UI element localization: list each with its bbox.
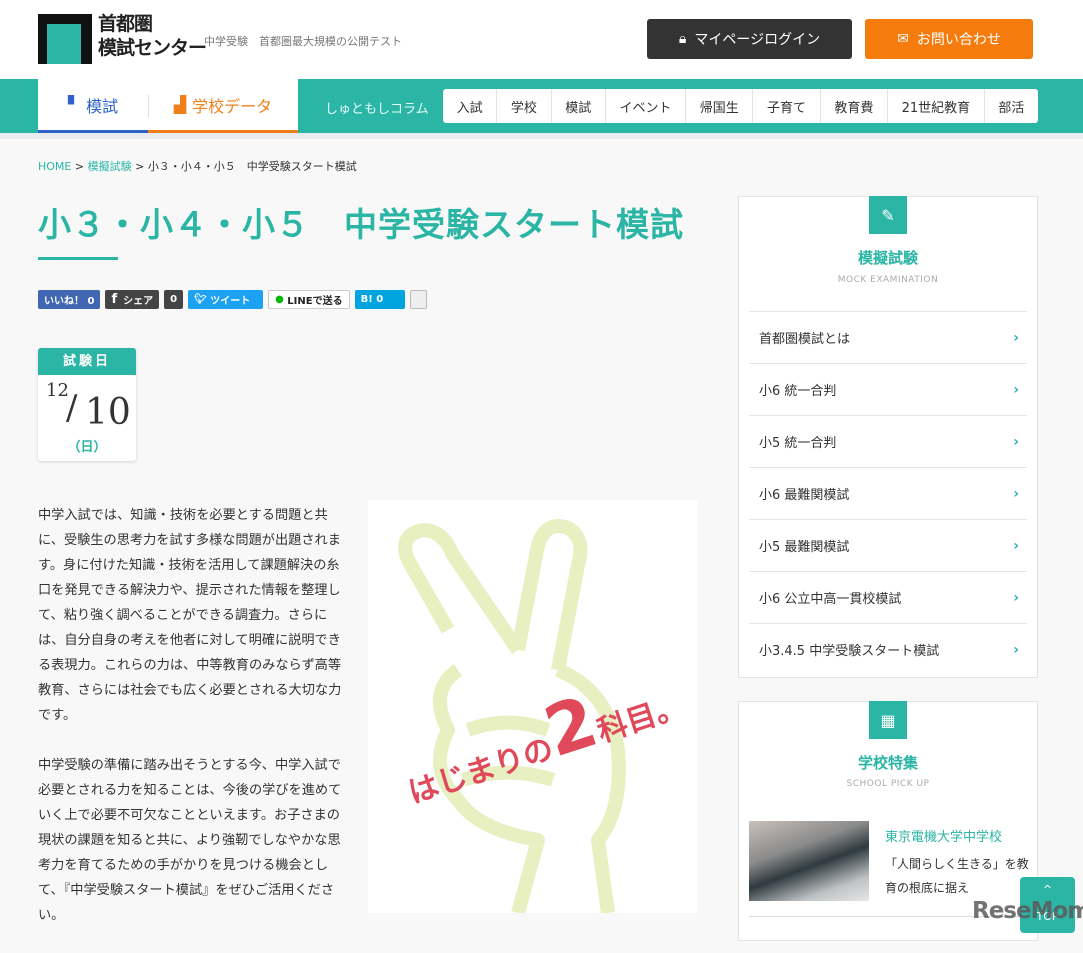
sidebar-mock-exam: ✎ 模擬試験 MOCK EXAMINATION 首都圏模試とは › 小6 統一合判… xyxy=(738,196,1038,678)
tagline: 中学受験 首都圏最大規模の公開テスト xyxy=(204,35,402,48)
category-item[interactable]: 帰国生 xyxy=(686,89,754,123)
breadcrumb-current: 小３・小４・小５ 中学受験スタート模試 xyxy=(147,160,357,173)
paragraph: 中学受験の準備に踏み出そうとする今、中学入試で必要とされる力を知ることは、今後の… xyxy=(38,758,342,923)
tab-school-label: 学校データ xyxy=(192,96,273,116)
nav-shadow xyxy=(0,133,1083,139)
facebook-icon: f xyxy=(111,292,118,307)
page-title: 小３・小４・小５ 中学受験スタート模試 xyxy=(38,205,684,244)
mypage-login-button[interactable]: 🔒︎ マイページログイン xyxy=(647,19,852,59)
sidebar-item-label: 小6 最難関模試 xyxy=(759,488,850,503)
sidebar-title: 模擬試験 xyxy=(857,249,918,267)
document-icon: ▘ xyxy=(67,95,81,114)
logo-text[interactable]: 首都圏 模試センター xyxy=(98,12,207,60)
category-menu: 入試 学校 模試 イベント 帰国生 子育て 教育費 21世紀教育 部活 xyxy=(443,89,1038,123)
school-name-link[interactable]: 東京電機大学中学校 xyxy=(885,826,1002,845)
line-label: LINEで送る xyxy=(287,296,343,307)
category-item[interactable]: 入試 xyxy=(443,89,498,123)
main-nav: ▘ 模試 ▟ 学校データ しゅともしコラム 入試 学校 模試 イベント 帰国生 子育… xyxy=(0,79,1083,133)
hatena-bookmark-button[interactable]: B! 0 xyxy=(354,290,405,309)
title-underline xyxy=(38,257,118,260)
sidebar-item-label: 首都圏模試とは xyxy=(759,332,851,347)
category-item[interactable]: イベント xyxy=(606,89,687,123)
logo-icon[interactable] xyxy=(38,14,92,64)
chevron-right-icon: › xyxy=(1013,537,1019,554)
sidebar-item[interactable]: 小5 統一合判 › xyxy=(749,415,1027,467)
sidebar-item-label: 小6 公立中高一貫校模試 xyxy=(759,592,902,607)
sidebar-item[interactable]: 首都圏模試とは › xyxy=(749,311,1027,363)
category-item[interactable]: 模試 xyxy=(552,89,606,123)
sidebar-item[interactable]: 小3.4.5 中学受験スタート模試 › xyxy=(749,623,1027,675)
tab-divider xyxy=(148,95,149,117)
tweet-button[interactable]: 🐦︎ ツイート xyxy=(188,290,264,309)
tab-exam[interactable]: ▘ 模試 xyxy=(38,79,148,133)
breadcrumb-parent[interactable]: 模擬試験 xyxy=(88,160,132,173)
sidebar-subtitle: MOCK EXAMINATION xyxy=(837,275,939,285)
building-icon: ▦ xyxy=(869,701,907,739)
chevron-right-icon: › xyxy=(1013,329,1019,346)
exam-date-card: 試験日 12 / 10 （日） xyxy=(38,348,136,461)
mail-share-icon[interactable] xyxy=(409,290,427,309)
category-item[interactable]: 教育費 xyxy=(821,89,888,123)
chevron-right-icon: › xyxy=(1013,381,1019,398)
exam-list: 首都圏模試とは › 小6 統一合判 › 小5 統一合判 › 小6 最難関模試 › 小5 … xyxy=(749,311,1027,675)
sidebar-item-label: 小5 最難関模試 xyxy=(759,540,850,555)
tab-school-data[interactable]: ▟ 学校データ xyxy=(148,79,298,133)
category-item[interactable]: 学校 xyxy=(497,89,552,123)
chevron-right-icon: › xyxy=(1013,589,1019,606)
tweet-label: ツイート xyxy=(210,296,251,307)
sidebar-item[interactable]: 小6 最難関模試 › xyxy=(749,467,1027,519)
paragraph: 中学入試では、知識・技術を必要とする問題と共に、受験生の思考力を試す多様な問題が… xyxy=(38,508,342,723)
column-link[interactable]: しゅともしコラム xyxy=(325,98,429,117)
line-icon: ● xyxy=(275,294,288,305)
mail-icon: ✉ xyxy=(897,31,909,47)
facebook-like-button[interactable]: いいね！ 0 xyxy=(38,290,101,309)
category-item[interactable]: 部活 xyxy=(985,89,1038,123)
line-share-button[interactable]: ● LINEで送る xyxy=(268,290,350,309)
logo-line1: 首都圏 xyxy=(98,13,153,35)
chevron-up-icon: ^ xyxy=(1042,883,1053,896)
sidebar-item[interactable]: 小6 公立中高一貫校模試 › xyxy=(749,571,1027,623)
facebook-share-button[interactable]: f シェア xyxy=(105,290,160,309)
contact-label: お問い合わせ xyxy=(916,32,1001,48)
chevron-right-icon: › xyxy=(1013,433,1019,450)
intro-text: 中学入試では、知識・技術を必要とする問題と共に、受験生の思考力を試す多様な問題が… xyxy=(38,503,348,953)
breadcrumb-sep: > xyxy=(74,160,85,173)
chevron-right-icon: › xyxy=(1013,641,1019,658)
contact-button[interactable]: ✉ お問い合わせ xyxy=(865,19,1033,59)
share-count: 0 xyxy=(164,290,184,309)
lock-icon: 🔒︎ xyxy=(678,31,687,47)
sidebar-item[interactable]: 小5 最難関模試 › xyxy=(749,519,1027,571)
breadcrumb-home[interactable]: HOME xyxy=(38,160,71,173)
logo-line2: 模試センター xyxy=(98,37,207,59)
category-item[interactable]: 21世紀教育 xyxy=(888,89,985,123)
sidebar-item-label: 小5 統一合判 xyxy=(759,436,837,451)
pencil-icon: ✎ xyxy=(869,196,907,234)
chevron-right-icon: › xyxy=(1013,485,1019,502)
school-photo[interactable] xyxy=(749,821,869,901)
sidebar-subtitle: SCHOOL PICK UP xyxy=(846,779,930,789)
sidebar-item-label: 小3.4.5 中学受験スタート模試 xyxy=(759,644,940,659)
login-label: マイページログイン xyxy=(694,32,821,48)
category-item[interactable]: 子育て xyxy=(753,89,821,123)
tab-exam-label: 模試 xyxy=(86,96,119,116)
share-bar: いいね！ 0 f シェア 0 🐦︎ ツイート ● LINEで送る B! 0 xyxy=(38,290,427,309)
date-slash: / xyxy=(66,388,78,428)
school-description: 「人間らしく生きる」を教育の根底に据え xyxy=(885,857,1029,895)
sidebar-item[interactable]: 小6 統一合判 › xyxy=(749,363,1027,415)
exam-weekday: （日） xyxy=(67,440,107,455)
exam-date-label: 試験日 xyxy=(38,348,136,375)
school-icon: ▟ xyxy=(173,95,187,114)
promo-image: はじまりの2科目。 xyxy=(368,500,698,915)
exam-day: 10 xyxy=(85,392,131,433)
breadcrumb: HOME > 模擬試験 > 小３・小４・小５ 中学受験スタート模試 xyxy=(38,158,357,174)
site-header: 首都圏 模試センター 中学受験 首都圏最大規模の公開テスト 🔒︎ マイページログイン… xyxy=(0,0,1083,79)
sidebar-item-label: 小6 統一合判 xyxy=(759,384,837,399)
breadcrumb-sep: > xyxy=(135,160,145,173)
sidebar-title: 学校特集 xyxy=(857,754,918,772)
twitter-icon: 🐦︎ xyxy=(194,294,211,305)
fb-share-label: シェア xyxy=(123,296,154,307)
watermark: ReseMom xyxy=(972,898,1083,924)
